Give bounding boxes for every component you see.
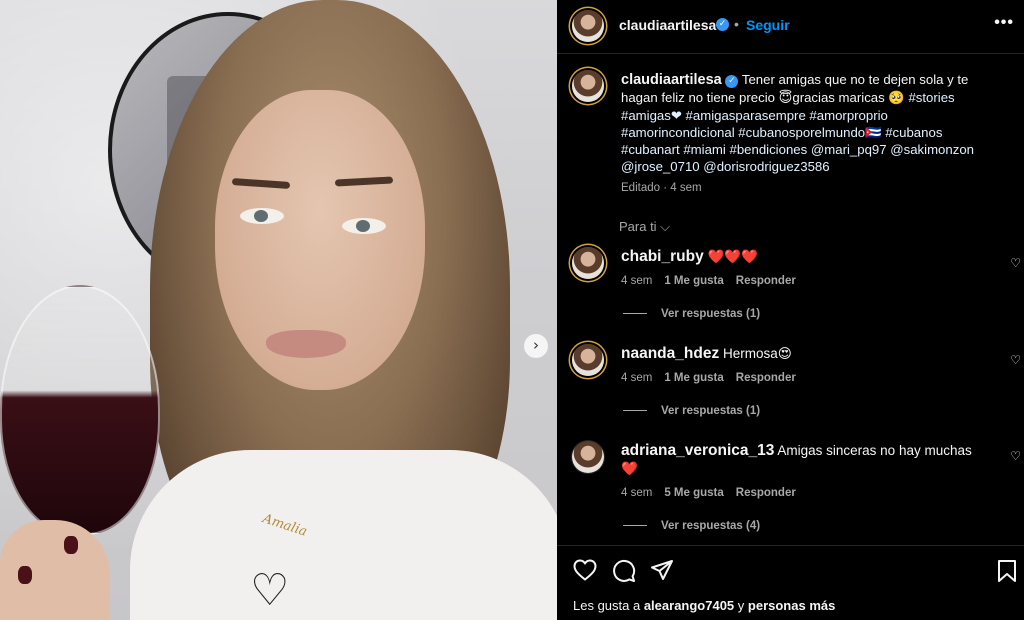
comment-line: adriana_veronica_13 Amigas sinceras no h… xyxy=(621,442,1001,478)
comment-text-heart: ❤️ xyxy=(621,461,638,476)
commenter-username[interactable]: naanda_hdez xyxy=(621,345,719,362)
comment-likes-count[interactable]: 1 Me gusta xyxy=(664,372,723,384)
carousel-next-button[interactable]: › xyxy=(524,334,548,358)
comment-text: Amigas sinceras no hay muchas xyxy=(777,443,972,458)
comment-like-heart-icon[interactable]: ♡ xyxy=(1010,256,1021,270)
reply-button[interactable]: Responder xyxy=(736,275,796,287)
post-side-panel: claudiaartilesa ✓ • Seguir ••• claudiaar… xyxy=(557,0,1024,620)
right-eye xyxy=(342,218,386,234)
verified-badge-icon: ✓ xyxy=(716,18,729,31)
commenter-avatar[interactable] xyxy=(572,441,604,473)
comment-like-heart-icon[interactable]: ♡ xyxy=(1010,353,1021,367)
view-replies-button[interactable]: Ver respuestas (1) xyxy=(623,308,760,320)
bookmark-icon[interactable] xyxy=(997,559,1017,583)
comment-likes-count[interactable]: 5 Me gusta xyxy=(664,487,723,499)
caption-username[interactable]: claudiaartilesa xyxy=(621,72,722,88)
fingernail xyxy=(18,566,32,584)
comment-text: ❤️❤️❤️ xyxy=(707,249,758,264)
commenter-avatar[interactable] xyxy=(572,247,604,279)
comment-text: Hermosa😍 xyxy=(722,346,792,361)
comment-icon[interactable] xyxy=(612,559,636,583)
view-replies-button[interactable]: Ver respuestas (4) xyxy=(623,520,760,532)
caption-text: claudiaartilesa ✓ Tener amigas que no te… xyxy=(621,71,996,176)
view-replies-button[interactable]: Ver respuestas (1) xyxy=(623,405,760,417)
likes-middle: y xyxy=(734,598,748,613)
verified-badge-icon: ✓ xyxy=(725,75,739,88)
fingernail xyxy=(64,536,78,554)
post-header: claudiaartilesa ✓ • Seguir ••• xyxy=(557,0,1024,54)
commenter-avatar[interactable] xyxy=(572,344,604,376)
likes-summary: Les gusta a alearango7405 y personas más xyxy=(573,598,835,613)
liker-username[interactable]: alearango7405 xyxy=(644,598,734,613)
caption-meta: Editado · 4 sem xyxy=(621,182,702,194)
wine-glass xyxy=(0,285,160,535)
comment-likes-count[interactable]: 1 Me gusta xyxy=(664,275,723,287)
comment-time: 4 sem xyxy=(621,372,653,384)
comment-like-heart-icon[interactable]: ♡ xyxy=(1010,449,1021,463)
follow-button[interactable]: Seguir xyxy=(746,17,790,33)
left-eye xyxy=(240,208,284,224)
comment-line: naanda_hdez Hermosa😍 xyxy=(621,345,1001,363)
comment-actions: 4 sem 1 Me gusta Responder xyxy=(621,372,808,384)
comment-sort-dropdown[interactable]: Para ti ⌵ xyxy=(619,219,670,235)
caption-author-avatar[interactable] xyxy=(572,70,604,102)
comment-time: 4 sem xyxy=(621,487,653,499)
likes-others-link[interactable]: personas más xyxy=(748,598,835,613)
paper-plane-icon[interactable] xyxy=(650,559,674,581)
shirt-heart-print: ♡ xyxy=(250,565,290,616)
likes-prefix: Les gusta a xyxy=(573,598,644,613)
reply-button[interactable]: Responder xyxy=(736,487,796,499)
author-avatar[interactable] xyxy=(572,10,604,42)
author-username[interactable]: claudiaartilesa xyxy=(619,17,716,33)
comment-line: chabi_ruby ❤️❤️❤️ xyxy=(621,248,1001,266)
comment-actions: 4 sem 1 Me gusta Responder xyxy=(621,275,808,287)
lips xyxy=(266,330,346,358)
comment-actions: 4 sem 5 Me gusta Responder xyxy=(621,487,808,499)
separator-dot: • xyxy=(734,16,739,32)
commenter-username[interactable]: adriana_veronica_13 xyxy=(621,442,774,459)
heart-icon[interactable] xyxy=(573,559,597,581)
commenter-username[interactable]: chabi_ruby xyxy=(621,248,704,265)
comment-time: 4 sem xyxy=(621,275,653,287)
post-image[interactable]: ♡ Amalia › xyxy=(0,0,557,620)
white-shirt xyxy=(130,450,557,620)
hand xyxy=(0,520,110,620)
reply-button[interactable]: Responder xyxy=(736,372,796,384)
more-options-icon[interactable]: ••• xyxy=(994,14,1014,32)
